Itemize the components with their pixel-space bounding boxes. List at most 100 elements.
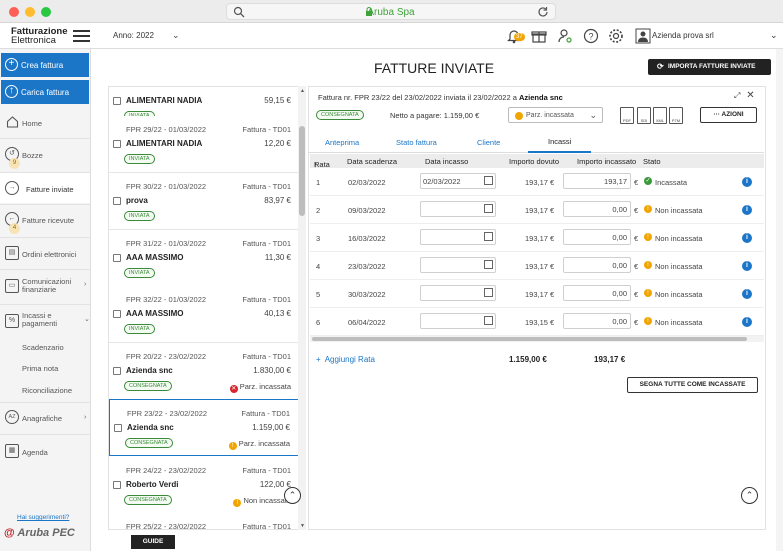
reload-icon[interactable]	[537, 6, 549, 18]
tab-anteprima[interactable]: Anteprima	[325, 138, 359, 147]
chevron-down-icon[interactable]: ⌄	[172, 30, 180, 41]
invoice-card[interactable]: FPR 30/22 - 01/03/2022 Fattura - TD01 pr…	[109, 173, 299, 230]
invoice-checkbox[interactable]	[113, 97, 121, 105]
invoice-amount: 59,15 €	[264, 96, 291, 105]
invoice-checkbox[interactable]	[113, 254, 121, 262]
sidebar-item-label: Comunicazioni finanziarie	[22, 277, 72, 294]
invoice-checkbox[interactable]	[113, 310, 121, 318]
column-header-stato: Stato	[643, 157, 661, 166]
installment-row: 3 16/03/2022 193,17 € 0,00 €! Non incassata i	[310, 224, 764, 252]
calendar-icon[interactable]	[484, 260, 493, 269]
pdf-file-icon[interactable]: PDF	[620, 107, 634, 124]
invoice-card[interactable]: FPR 20/22 - 23/02/2022 Fattura - TD01 Az…	[109, 343, 299, 400]
sidebar-item-received-invoices[interactable]: ← 4 Fatture ricevute	[0, 207, 90, 235]
installment-number: 5	[316, 290, 321, 299]
invoice-card[interactable]: FPR 32/22 - 01/03/2022 Fattura - TD01 AA…	[109, 286, 299, 343]
import-invoices-button[interactable]: ⟳ IMPORTA FATTURE INVIATE	[648, 59, 771, 75]
info-icon[interactable]: i	[742, 289, 752, 299]
amount-collected-input[interactable]: 193,17	[563, 173, 631, 189]
calendar-icon[interactable]	[484, 204, 493, 213]
scroll-down-arrow-icon[interactable]: ▼	[300, 523, 305, 529]
scroll-up-arrow-icon[interactable]: ▲	[300, 88, 305, 94]
invoice-list-scroll-thumb[interactable]	[299, 126, 305, 216]
sidebar-item-sent-invoices[interactable]: → Fatture inviate	[0, 173, 90, 203]
p7m-file-icon[interactable]: P7M	[669, 107, 683, 124]
menu-icon[interactable]	[73, 30, 90, 42]
warning-icon: !	[233, 499, 242, 507]
user-icon[interactable]	[634, 27, 652, 45]
sidebar-item-agenda[interactable]: ▦ Agenda	[0, 439, 90, 463]
amount-collected-input[interactable]: 0,00	[563, 313, 631, 329]
installments-horizontal-scrollbar[interactable]	[310, 336, 764, 342]
column-header-importo-incassato: Importo incassato	[577, 157, 637, 166]
close-icon[interactable]: ✕	[746, 90, 754, 101]
sidebar-item-label: Incassi e pagamenti	[22, 311, 58, 328]
invoice-card[interactable]: FPR 29/22 - 01/03/2022 Fattura - TD01 AL…	[109, 116, 299, 173]
year-selector[interactable]: Anno: 2022	[113, 31, 154, 40]
invoice-checkbox[interactable]	[113, 197, 121, 205]
invoice-checkbox[interactable]	[114, 424, 122, 432]
invoice-card[interactable]: FPR 25/22 - 23/02/2022 Fattura - TD01	[109, 513, 299, 529]
sidebar-item-financial-communications[interactable]: ▭ Comunicazioni finanziarie ›	[0, 273, 90, 301]
amount-collected-input[interactable]: 0,00	[563, 229, 631, 245]
info-icon[interactable]: i	[742, 317, 752, 327]
chevron-right-icon: ›	[84, 281, 87, 288]
amount-collected-input[interactable]: 0,00	[563, 201, 631, 217]
sidebar-subitem-prima-nota[interactable]: Prima nota	[0, 362, 90, 376]
info-icon[interactable]: i	[742, 233, 752, 243]
sidebar-item-home[interactable]: Home	[0, 111, 90, 133]
scroll-to-top-button[interactable]: ⌃	[741, 487, 758, 504]
gift-icon[interactable]	[530, 27, 548, 45]
company-name[interactable]: Azienda prova srl	[652, 31, 714, 40]
invoice-client: prova	[126, 196, 148, 205]
user-settings-icon[interactable]	[556, 27, 574, 45]
gear-icon[interactable]	[607, 27, 625, 45]
xml-file-icon[interactable]: XML	[653, 107, 667, 124]
calendar-icon[interactable]	[484, 176, 493, 185]
scroll-to-top-button[interactable]: ⌃	[284, 487, 301, 504]
sdi-file-icon[interactable]: SDI	[637, 107, 651, 124]
info-icon[interactable]: i	[742, 177, 752, 187]
create-invoice-button[interactable]: + Crea fattura	[1, 53, 89, 77]
tab-stato-fattura[interactable]: Stato fattura	[396, 138, 437, 147]
help-icon[interactable]: ?	[582, 27, 600, 45]
sidebar-subitem-riconciliazione[interactable]: Riconciliazione	[0, 384, 90, 398]
add-installment-link[interactable]: + Aggiungi Rata	[316, 355, 375, 364]
invoice-card[interactable]: FPR 31/22 - 01/03/2022 Fattura - TD01 AA…	[109, 230, 299, 287]
mark-all-collected-button[interactable]: SEGNA TUTTE COME INCASSATE	[627, 377, 758, 393]
calendar-icon[interactable]	[484, 316, 493, 325]
calendar-icon[interactable]	[484, 288, 493, 297]
tab-cliente[interactable]: Cliente	[477, 138, 500, 147]
address-bar[interactable]: Aruba Spa	[226, 3, 556, 20]
amount-collected-input[interactable]: 0,00	[563, 285, 631, 301]
invoice-card-selected[interactable]: FPR 23/22 - 23/02/2022 Fattura - TD01 Az…	[109, 399, 299, 456]
calendar-icon[interactable]	[484, 232, 493, 241]
import-icon: ⟳	[657, 62, 664, 71]
invoice-checkbox[interactable]	[113, 140, 121, 148]
sidebar-item-payments[interactable]: % Incassi e pagamenti ⌄	[0, 307, 90, 337]
actions-button[interactable]: ··· AZIONI	[700, 107, 757, 123]
sidebar-subitem-scadenzario[interactable]: Scadenzario	[0, 341, 90, 355]
sidebar-item-label: Riconciliazione	[22, 386, 73, 395]
close-window-button[interactable]	[9, 7, 19, 17]
info-icon[interactable]: i	[742, 261, 752, 271]
sidebar-item-contacts[interactable]: AZ Anagrafiche ›	[0, 405, 90, 429]
maximize-window-button[interactable]	[41, 7, 51, 17]
tab-incassi[interactable]: Incassi	[528, 131, 592, 153]
sidebar-item-electronic-orders[interactable]: ▤ Ordini elettronici	[0, 241, 90, 265]
page-scrollbar[interactable]	[776, 49, 783, 551]
payment-status-dropdown[interactable]: Parz. incassata ⌄	[508, 107, 603, 123]
invoice-checkbox[interactable]	[113, 367, 121, 375]
expand-icon[interactable]: ⤢	[734, 91, 740, 100]
guide-button[interactable]: GUIDE	[131, 535, 175, 549]
invoice-checkbox[interactable]	[113, 481, 121, 489]
invoice-card[interactable]: FPR 24/22 - 23/02/2022 Fattura - TD01 Ro…	[109, 457, 299, 514]
info-icon[interactable]: i	[742, 205, 752, 215]
chevron-down-icon[interactable]: ⌄	[770, 30, 778, 41]
suggestions-link[interactable]: Hai suggerimenti?	[17, 514, 69, 521]
minimize-window-button[interactable]	[25, 7, 35, 17]
amount-collected-input[interactable]: 0,00	[563, 257, 631, 273]
sidebar-item-drafts[interactable]: ↺ 9 Bozze	[0, 143, 90, 171]
upload-invoice-button[interactable]: ↑ Carica fattura	[1, 80, 89, 104]
invoice-state-pill: INVIATA	[124, 154, 155, 164]
